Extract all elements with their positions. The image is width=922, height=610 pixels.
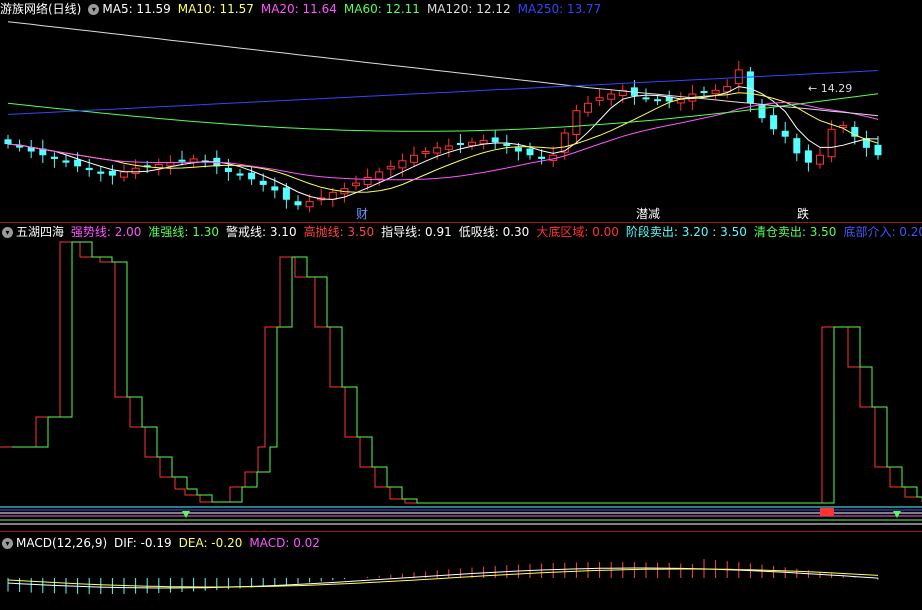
candle-body bbox=[248, 172, 256, 180]
wuhu-label-9: 底部介入: 0.20 bbox=[843, 225, 922, 239]
candle-body bbox=[282, 187, 290, 200]
wuhu-label-2: 警戒线: 3.10 bbox=[226, 225, 297, 239]
macd-dea-line bbox=[7, 568, 879, 588]
high-price-label: ← 14.29 bbox=[808, 82, 852, 95]
candle-body bbox=[224, 167, 232, 172]
wuhu-label-6: 大底区域: 0.00 bbox=[536, 225, 619, 239]
candle-body bbox=[305, 201, 314, 208]
candle-body bbox=[770, 115, 778, 130]
candle-body bbox=[479, 139, 488, 145]
wuhu-indicator-panel[interactable]: ▾ 五湖四海 强势线: 2.00 准强线: 1.30 警戒线: 3.10 高抛线: 3.… bbox=[0, 222, 922, 531]
candle-body bbox=[607, 93, 616, 100]
candle-body bbox=[131, 167, 140, 174]
candle-body bbox=[816, 154, 824, 165]
candle-body bbox=[294, 201, 302, 206]
candle-body bbox=[259, 180, 267, 185]
macd-header: ▾ MACD(12,26,9) DIF: -0.19 DEA: -0.20 MACD:… bbox=[0, 534, 330, 552]
wuhu-green-step bbox=[12, 241, 922, 504]
wuhu-label-1: 准强线: 1.30 bbox=[148, 225, 219, 239]
candle-body bbox=[804, 150, 812, 163]
candle-body bbox=[572, 110, 581, 135]
macd-label-0: DIF: -0.19 bbox=[113, 536, 172, 550]
candle-body bbox=[108, 170, 116, 176]
candle-body bbox=[595, 97, 604, 101]
candle-body bbox=[50, 156, 58, 159]
wuhu-arrow-0 bbox=[182, 511, 190, 518]
candle-body bbox=[793, 138, 801, 154]
wuhu-label-7: 阶段卖出: 3.20 : 3.50 bbox=[625, 225, 747, 239]
candle-body bbox=[433, 147, 442, 154]
candle-body bbox=[514, 147, 522, 152]
wuhu-indicator-chart[interactable] bbox=[0, 222, 922, 531]
candle-body bbox=[468, 141, 476, 147]
macd-label-1: DEA: -0.20 bbox=[178, 536, 243, 550]
wuhu-label-4: 指导线: 0.91 bbox=[381, 225, 452, 239]
collapse-icon[interactable]: ▾ bbox=[2, 538, 13, 549]
candle-body bbox=[62, 160, 70, 163]
candle-body bbox=[352, 182, 360, 187]
wuhu-header: ▾ 五湖四海 强势线: 2.00 准强线: 1.30 警戒线: 3.10 高抛线: 3.… bbox=[0, 223, 922, 241]
wuhu-label-3: 高抛线: 3.50 bbox=[303, 225, 375, 239]
ma-label-0: MA5: 11.59 bbox=[102, 2, 171, 16]
candle-body bbox=[758, 104, 766, 119]
candle-body bbox=[491, 137, 499, 143]
candle-body bbox=[85, 167, 93, 171]
candle-body bbox=[642, 97, 650, 100]
candle-body bbox=[236, 173, 244, 176]
candle-body bbox=[74, 159, 82, 167]
ma-label-2: MA20: 11.64 bbox=[260, 2, 337, 16]
collapse-icon[interactable]: ▾ bbox=[88, 4, 100, 15]
candle-body bbox=[654, 99, 662, 102]
candle-body bbox=[734, 69, 743, 85]
candle-body bbox=[827, 128, 836, 158]
candle-body bbox=[781, 130, 789, 137]
candle-body bbox=[410, 154, 418, 163]
candle-body bbox=[874, 144, 882, 156]
candle-body bbox=[178, 159, 186, 162]
kline-panel[interactable]: ← 14.29← 10.13财潜减跌 游族网络(日线)▾MA5: 11.59MA… bbox=[0, 0, 922, 222]
kline-header: 游族网络(日线) ▾ MA5: 11.59 MA10: 11.57 MA20: 11.6… bbox=[0, 0, 611, 18]
wuhu-red-block bbox=[820, 508, 834, 516]
candle-body bbox=[538, 156, 546, 159]
ma-label-3: MA60: 12.11 bbox=[343, 2, 420, 16]
candle-body bbox=[363, 176, 372, 186]
collapse-icon[interactable]: ▾ bbox=[2, 227, 13, 238]
candle-body bbox=[503, 143, 511, 146]
candle-body bbox=[421, 151, 430, 155]
wuhu-red-step bbox=[0, 241, 922, 504]
wuhu-label-5: 低吸线: 0.30 bbox=[458, 225, 530, 239]
stock-title: 游族网络(日线) bbox=[0, 2, 82, 16]
panel-divider[interactable] bbox=[0, 531, 922, 532]
candle-body bbox=[700, 91, 708, 94]
candle-body bbox=[386, 165, 395, 170]
candle-body bbox=[711, 89, 720, 95]
candle-body bbox=[584, 102, 592, 113]
candle-body bbox=[120, 171, 128, 178]
candle-body bbox=[398, 160, 407, 169]
candle-body bbox=[444, 145, 453, 150]
wuhu-label-0: 强势线: 2.00 bbox=[70, 225, 142, 239]
event-marker: 财 bbox=[356, 207, 368, 221]
event-marker: 跌 bbox=[797, 206, 809, 221]
candle-body bbox=[97, 171, 105, 174]
candle-body bbox=[375, 171, 384, 180]
candle-body bbox=[4, 139, 12, 145]
macd-panel[interactable]: ▾ MACD(12,26,9) DIF: -0.19 DEA: -0.20 MACD:… bbox=[0, 533, 922, 610]
event-marker: 潜减 bbox=[636, 207, 660, 221]
candle-body bbox=[328, 191, 337, 200]
candle-body bbox=[746, 71, 754, 104]
wuhu-label-8: 清仓卖出: 3.50 bbox=[753, 225, 837, 239]
candle-body bbox=[456, 142, 464, 145]
indicator-title: 五湖四海 bbox=[16, 225, 65, 239]
kline-chart[interactable]: ← 14.29← 10.13财潜减跌 bbox=[0, 0, 922, 222]
candle-body bbox=[166, 162, 175, 167]
wuhu-arrow-1 bbox=[893, 511, 901, 518]
macd-title: MACD(12,26,9) bbox=[16, 536, 108, 550]
ma-label-5: MA250: 13.77 bbox=[517, 2, 602, 16]
ma-label-1: MA10: 11.57 bbox=[177, 2, 254, 16]
ma-label-4: MA120: 12.12 bbox=[426, 2, 511, 16]
candle-body bbox=[526, 148, 534, 156]
candle-body bbox=[271, 186, 279, 191]
macd-label-2: MACD: 0.02 bbox=[249, 536, 320, 550]
